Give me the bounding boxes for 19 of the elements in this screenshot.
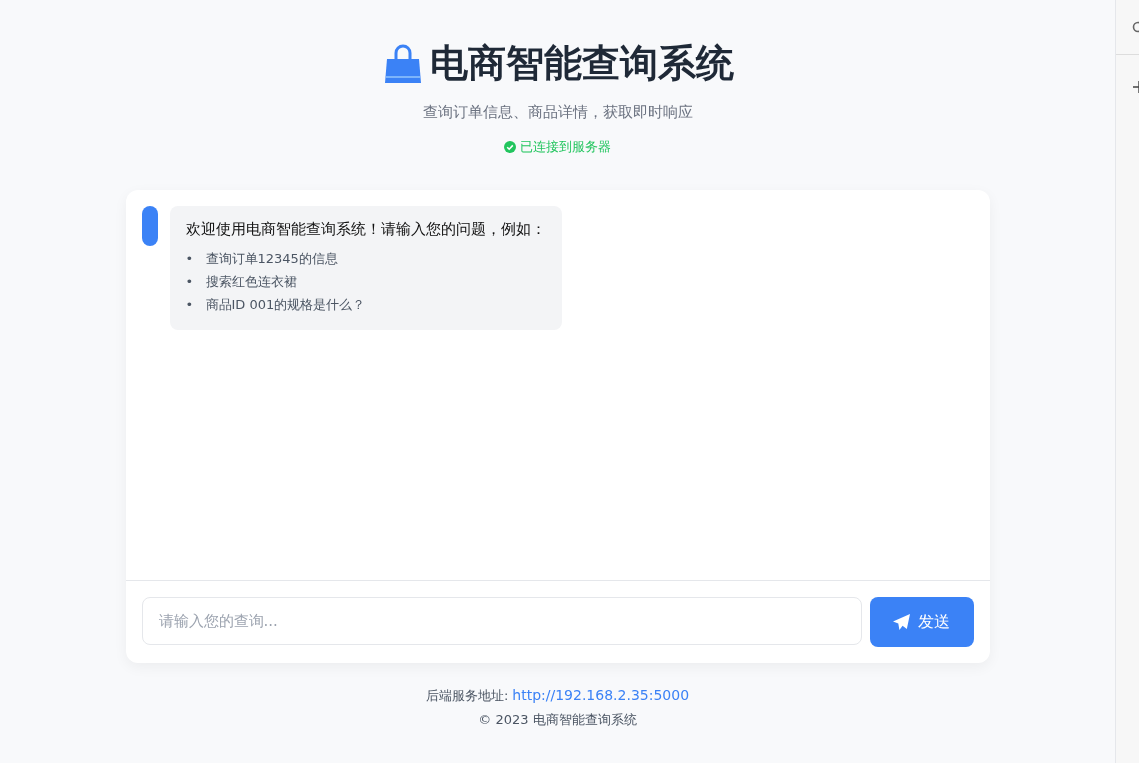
app-subtitle: 查询订单信息、商品详情，获取即时响应 xyxy=(422,103,693,122)
bullet: • xyxy=(185,296,194,314)
example-query: 搜索红色连衣裙 xyxy=(205,273,297,291)
server-label: 后端服务地址: xyxy=(425,687,509,705)
send-button[interactable]: 发送 xyxy=(869,597,974,647)
server-link[interactable]: http://192.168.2.35:5000 xyxy=(512,687,690,703)
example-query: 查询订单12345的信息 xyxy=(205,250,338,268)
message-text: 欢迎使用电商智能查询系统！请输入您的问题，例如： xyxy=(185,220,546,239)
avatar xyxy=(141,206,158,246)
app-title: 电商智能查询系统 xyxy=(429,40,734,87)
bullet: • xyxy=(185,273,194,291)
example-query: 商品ID 001的规格是什么？ xyxy=(205,296,366,314)
plus-icon[interactable] xyxy=(1133,81,1139,93)
bullet: • xyxy=(185,250,194,268)
connection-status: 已连接到服务器 xyxy=(520,138,611,156)
search-icon[interactable] xyxy=(1131,20,1139,34)
query-input-field[interactable]: 请输入您的查询... xyxy=(141,597,862,645)
paper-plane-icon xyxy=(893,613,910,631)
copyright-text: © 2023 电商智能查询系统 xyxy=(478,711,637,729)
